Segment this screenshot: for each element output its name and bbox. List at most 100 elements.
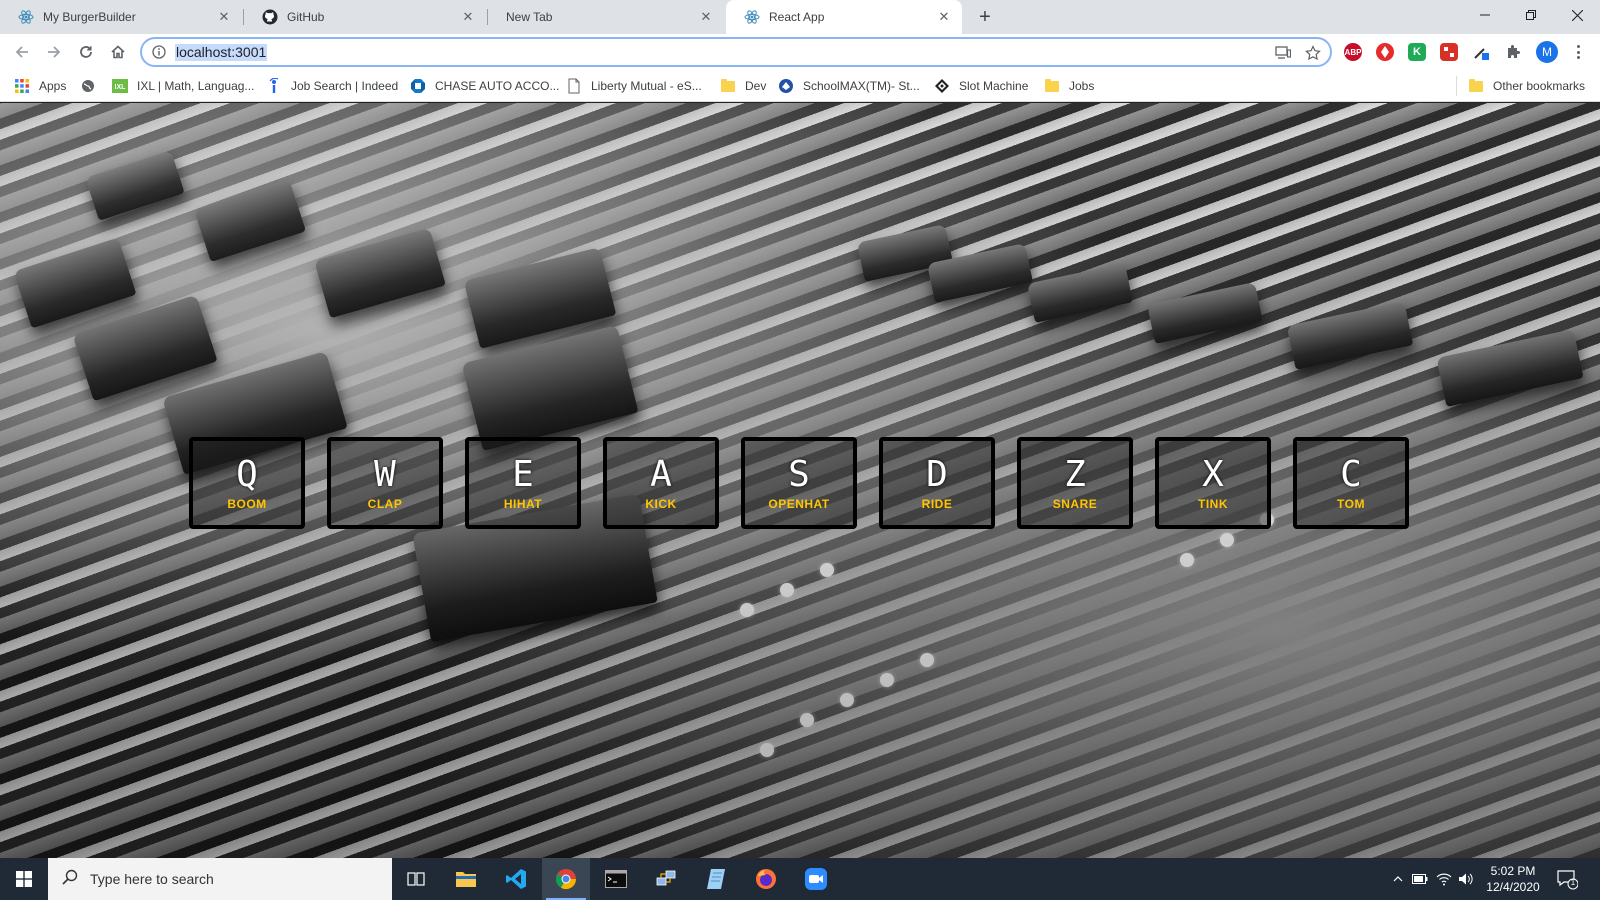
drum-pad-key: W: [374, 454, 396, 495]
close-window-button[interactable]: [1554, 0, 1600, 30]
drum-pad-key: X: [1202, 454, 1224, 495]
home-button[interactable]: [104, 38, 132, 66]
folder-icon: [1468, 78, 1484, 94]
bookmarks-bar: Apps IXL IXL | Math, Languag... Job Sear…: [0, 70, 1600, 102]
bookmark-folder-dev[interactable]: Dev: [720, 77, 766, 95]
bookmark-label: Liberty Mutual - eS...: [591, 79, 702, 93]
bookmark-label: Other bookmarks: [1493, 79, 1586, 93]
close-tab-icon[interactable]: ✕: [698, 9, 714, 25]
show-hidden-icons-chevron[interactable]: [1388, 858, 1408, 900]
zoom-icon[interactable]: [792, 858, 840, 900]
file-explorer-icon[interactable]: [442, 858, 490, 900]
vscode-icon[interactable]: [492, 858, 540, 900]
bookmark-apps[interactable]: Apps: [14, 77, 66, 95]
bookmark-label: Apps: [39, 79, 67, 93]
tab-title: My BurgerBuilder: [43, 10, 136, 24]
drum-pad-q[interactable]: Q BOOM: [189, 437, 305, 529]
tab-my-burgerbuilder[interactable]: My BurgerBuilder ✕: [0, 0, 242, 34]
volume-icon[interactable]: [1456, 858, 1476, 900]
bookmark-other-bookmarks[interactable]: Other bookmarks: [1468, 77, 1585, 95]
tab-title: GitHub: [287, 10, 325, 24]
clock-date: 12/4/2020: [1486, 880, 1540, 894]
tab-react-app[interactable]: React App ✕: [726, 0, 962, 34]
bookmark-indeed[interactable]: Job Search | Indeed: [266, 77, 398, 95]
drum-pad-sound: SNARE: [1052, 497, 1098, 511]
restore-button[interactable]: [1508, 0, 1554, 30]
firefox-icon[interactable]: [742, 858, 790, 900]
tab-new-tab[interactable]: New Tab ✕: [488, 0, 724, 34]
terminal-icon[interactable]: [592, 858, 640, 900]
taskbar-search-box[interactable]: Type here to search: [48, 858, 392, 900]
drum-pad-sound: CLAP: [367, 497, 403, 511]
bookmark-star-icon[interactable]: [1304, 44, 1322, 62]
drum-pad-sound: TOM: [1337, 497, 1365, 511]
drum-pad-s[interactable]: S OPENHAT: [741, 437, 857, 529]
tab-github[interactable]: GitHub ✕: [244, 0, 486, 34]
taskbar-clock[interactable]: 5:02 PM 12/4/2020: [1478, 863, 1548, 895]
reload-button[interactable]: [72, 38, 100, 66]
github-icon: [262, 9, 278, 25]
apps-grid-icon: [14, 78, 30, 94]
task-view-icon[interactable]: [392, 858, 440, 900]
windows-start-button[interactable]: [0, 858, 48, 900]
bookmark-chase[interactable]: CHASE AUTO ACCO...: [410, 77, 559, 95]
drum-pad-key: C: [1340, 454, 1362, 495]
drum-pad-sound: HIHAT: [503, 497, 543, 511]
bookmark-slot-machine[interactable]: Slot Machine: [934, 77, 1028, 95]
bookmark-liberty-mutual[interactable]: Liberty Mutual - eS...: [566, 77, 702, 95]
page-icon: [566, 78, 582, 94]
drum-pad-e[interactable]: E HIHAT: [465, 437, 581, 529]
slot-machine-icon: [934, 78, 950, 94]
drum-pad-sound: OPENHAT: [768, 497, 830, 511]
bookmark-folder-jobs[interactable]: Jobs: [1044, 77, 1094, 95]
bookmark-globe[interactable]: [80, 77, 105, 95]
forward-button[interactable]: [40, 38, 68, 66]
browser-toolbar: localhost:3001 ABP K M: [0, 34, 1600, 70]
wifi-icon[interactable]: [1434, 858, 1454, 900]
battery-icon[interactable]: [1410, 858, 1430, 900]
bookmark-label: Jobs: [1069, 79, 1095, 93]
action-center-icon[interactable]: 1: [1556, 868, 1579, 890]
close-tab-icon[interactable]: ✕: [936, 9, 952, 25]
bookmark-schoolmax[interactable]: SchoolMAX(TM)- St...: [778, 77, 920, 95]
bookmarks-separator: [1456, 76, 1457, 96]
drum-pad-key: Z: [1064, 454, 1086, 495]
chrome-icon[interactable]: [542, 858, 590, 900]
drum-pad-key: D: [926, 454, 948, 495]
drum-pad-w[interactable]: W CLAP: [327, 437, 443, 529]
back-button[interactable]: [8, 38, 36, 66]
drum-pad-z[interactable]: Z SNARE: [1017, 437, 1133, 529]
color-picker-extension-icon[interactable]: [1472, 43, 1490, 61]
clock-time: 5:02 PM: [1490, 864, 1536, 878]
bookmark-ixl[interactable]: IXL IXL | Math, Languag...: [112, 77, 254, 95]
minimize-button[interactable]: [1462, 0, 1508, 30]
drum-pad-x[interactable]: X TINK: [1155, 437, 1271, 529]
drum-pad-c[interactable]: C TOM: [1293, 437, 1409, 529]
drum-pad-sound: TINK: [1198, 497, 1228, 511]
close-tab-icon[interactable]: ✕: [460, 9, 476, 25]
address-bar[interactable]: localhost:3001: [140, 37, 1332, 67]
globe-icon: [80, 78, 96, 94]
url-text[interactable]: localhost:3001: [175, 44, 268, 61]
new-tab-button[interactable]: +: [973, 5, 997, 29]
folder-icon: [1044, 78, 1060, 94]
drum-pad-a[interactable]: A KICK: [603, 437, 719, 529]
red-grid-extension-icon[interactable]: [1440, 43, 1458, 61]
extensions-puzzle-icon[interactable]: [1504, 43, 1522, 61]
svg-text:IXL: IXL: [115, 84, 127, 91]
notepad-icon[interactable]: [692, 858, 740, 900]
close-tab-icon[interactable]: ✕: [216, 9, 232, 25]
cast-icon[interactable]: [1274, 44, 1292, 62]
site-info-icon[interactable]: [152, 45, 166, 59]
search-icon: [62, 869, 78, 890]
green-k-extension-icon[interactable]: K: [1408, 43, 1426, 61]
drum-pad-d[interactable]: D RIDE: [879, 437, 995, 529]
network-tool-icon[interactable]: [642, 858, 690, 900]
chrome-menu-icon[interactable]: [1570, 43, 1586, 61]
adblock-extension-icon[interactable]: ABP: [1344, 43, 1362, 61]
drum-pad-sound: KICK: [645, 497, 677, 511]
react-icon: [18, 9, 34, 25]
drum-machine: Q BOOM W CLAP E HIHAT A KICK S OPENHAT D…: [189, 437, 1411, 529]
profile-avatar[interactable]: M: [1536, 41, 1558, 63]
red-extension-icon[interactable]: [1376, 43, 1394, 61]
